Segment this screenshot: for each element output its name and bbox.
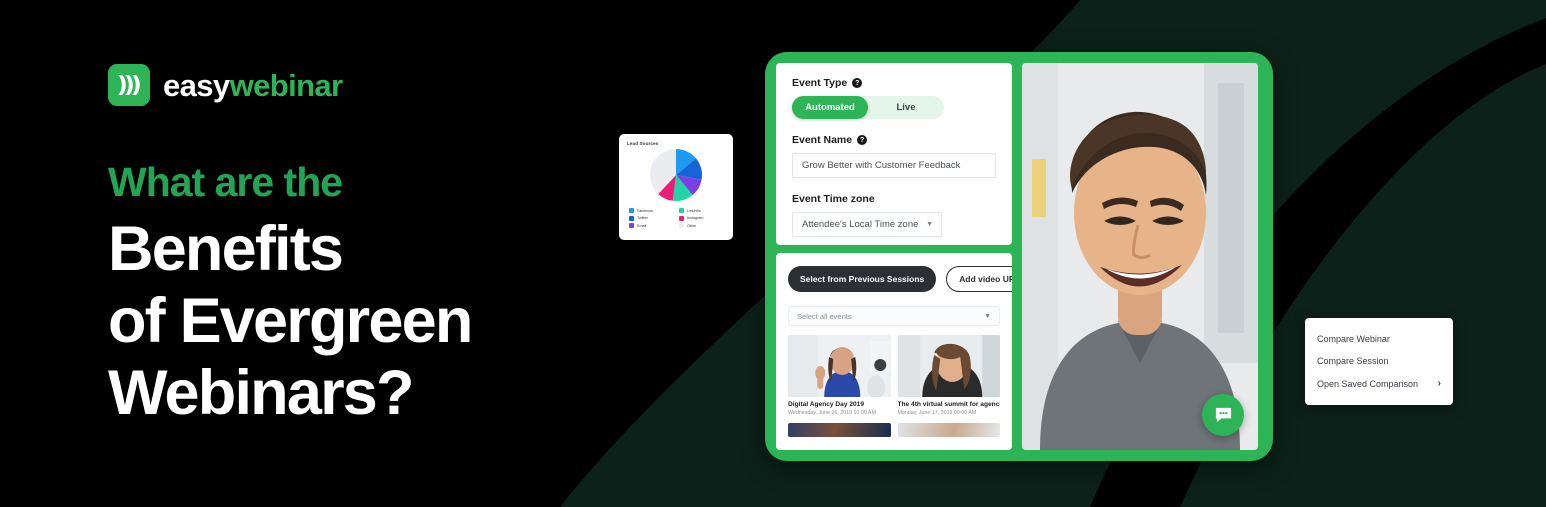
toggle-option-live[interactable]: Live <box>868 96 944 119</box>
select-previous-sessions-button[interactable]: Select from Previous Sessions <box>788 266 937 292</box>
compare-dropdown-menu: Compare Webinar Compare Session Open Sav… <box>1305 318 1453 405</box>
list-item[interactable] <box>788 423 891 437</box>
woman-smiling-video-thumbnail <box>897 335 1000 397</box>
legend-label: Facebook <box>637 208 654 213</box>
event-name-label: Event Name ? <box>792 134 996 146</box>
event-type-label: Event Type ? <box>792 77 996 89</box>
event-type-label-text: Event Type <box>792 77 848 89</box>
event-timezone-value: Attendee's Local Time zone <box>802 219 919 230</box>
session-title: Digital Agency Day 2019 <box>788 401 864 408</box>
logo-webinar-text: webinar <box>229 67 344 103</box>
menu-item-open-saved-comparison[interactable]: Open Saved Comparison › <box>1305 372 1453 395</box>
previous-sessions-panel: Select from Previous Sessions Add video … <box>776 253 1012 450</box>
list-item[interactable]: Digital Agency Day 2019 Wednesday, June … <box>788 335 891 416</box>
pie-chart-legend: Facebook LinkedIn Twitter Instagram Email Oth… <box>627 208 725 228</box>
legend-item-email: Email <box>629 223 673 228</box>
legend-label: Email <box>637 223 647 228</box>
legend-swatch <box>679 208 684 213</box>
lead-sources-title: Lead Sources <box>627 141 659 146</box>
session-date: Monday, June 17, 2019 09:00 AM <box>897 410 977 416</box>
legend-label: Instagram <box>687 216 704 220</box>
legend-label: Twitter <box>637 216 648 220</box>
sessions-button-row: Select from Previous Sessions Add video … <box>788 266 1012 292</box>
session-list: Digital Agency Day 2019 Wednesday, June … <box>788 335 1000 416</box>
form-column: Event Type ? Automated Live Event Name ?… <box>776 63 1012 450</box>
headline-line-3: Webinars? <box>108 357 415 428</box>
legend-swatch <box>629 215 634 221</box>
lead-sources-card: Lead Sources Facebook LinkedIn Twitter Inst… <box>619 134 733 240</box>
toggle-option-automated[interactable]: Automated <box>792 96 868 119</box>
help-circle-icon[interactable]: ? <box>852 78 863 88</box>
chevron-right-icon: › <box>1437 378 1441 389</box>
headline-line-2: of Evergreen <box>108 285 473 356</box>
event-timezone-label: Event Time zone <box>792 193 996 205</box>
logo-wordmark: easywebinar <box>163 70 343 101</box>
add-video-url-button[interactable]: Add video URL <box>946 266 1012 292</box>
legend-item-twitter: Twitter <box>629 215 673 221</box>
menu-item-label: Open Saved Comparison <box>1317 378 1419 389</box>
session-title: The 4th virtual summit for agencies <box>897 401 1001 408</box>
legend-swatch <box>629 223 634 228</box>
chat-bubble-icon[interactable] <box>1202 394 1244 436</box>
menu-item-compare-webinar[interactable]: Compare Webinar <box>1305 328 1453 350</box>
session-date: Wednesday, June 26, 2019 10:00 AM <box>788 410 876 416</box>
event-settings-panel: Event Type ? Automated Live Event Name ?… <box>776 63 1012 245</box>
legend-item-linkedin: LinkedIn <box>679 208 723 213</box>
help-circle-icon[interactable]: ? <box>857 135 868 145</box>
chevron-down-icon: ▼ <box>984 312 991 320</box>
brand-logo[interactable]: easywebinar <box>108 64 343 106</box>
smiling-man-portrait <box>1022 63 1258 450</box>
event-timezone-label-text: Event Time zone <box>792 193 875 205</box>
event-name-input[interactable] <box>792 153 996 178</box>
menu-item-label: Compare Session <box>1317 356 1389 366</box>
session-list-next-row <box>788 423 1000 437</box>
logo-easy-text: easy <box>163 67 230 103</box>
legend-item-other: Other <box>679 223 723 228</box>
product-screenshot-frame: Event Type ? Automated Live Event Name ?… <box>765 52 1273 461</box>
menu-item-compare-session[interactable]: Compare Session <box>1305 350 1453 372</box>
legend-label: LinkedIn <box>687 208 701 213</box>
list-item[interactable]: The 4th virtual summit for agencies Mond… <box>897 335 1001 416</box>
legend-item-instagram: Instagram <box>679 215 723 221</box>
event-type-toggle[interactable]: Automated Live <box>792 96 944 119</box>
legend-swatch <box>679 223 684 228</box>
menu-item-label: Compare Webinar <box>1317 334 1390 344</box>
lead-sources-pie-chart <box>627 149 725 201</box>
event-name-label-text: Event Name <box>792 134 853 146</box>
events-filter-value: Select all events <box>797 311 852 321</box>
chevron-down-icon: ▼ <box>926 221 933 228</box>
legend-label: Other <box>687 223 697 228</box>
legend-swatch <box>629 208 634 213</box>
easywebinar-waves-icon <box>108 64 150 106</box>
event-timezone-select[interactable]: Attendee's Local Time zone ▼ <box>792 212 942 237</box>
legend-item-facebook: Facebook <box>629 208 673 213</box>
legend-swatch <box>679 215 684 221</box>
woman-waving-video-thumbnail <box>788 335 891 397</box>
list-item[interactable] <box>897 423 1000 437</box>
events-filter-select[interactable]: Select all events ▼ <box>788 306 1000 326</box>
